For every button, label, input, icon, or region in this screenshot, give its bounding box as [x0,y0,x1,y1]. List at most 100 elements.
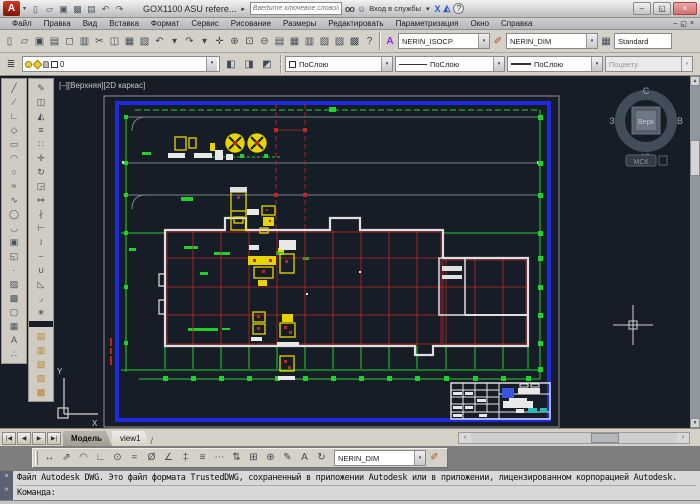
text-style-icon[interactable]: A [382,33,398,50]
chevron-down-icon[interactable]: ▾ [206,57,217,71]
dim-arclength-icon[interactable]: ◠ [75,450,92,466]
revcloud-icon[interactable]: ≈ [3,179,25,193]
paste-icon[interactable]: ▦ [122,33,137,50]
tab-model[interactable]: Модель [63,431,112,446]
save-icon[interactable]: ▣ [32,33,47,50]
help-icon[interactable]: ? [453,3,464,14]
point-icon[interactable]: · [3,263,25,277]
dim-linear-icon[interactable]: ↔ [41,450,58,466]
join-icon[interactable]: ∪ [30,263,52,277]
polyline-icon[interactable]: ∟ [3,109,25,123]
exchange-icon[interactable]: X [435,4,441,14]
dim-diameter-icon[interactable]: Ø [143,450,160,466]
menu-item[interactable]: Файл [6,18,38,30]
horizontal-scrollbar[interactable]: ‹ › [458,432,690,444]
trim-icon[interactable]: ∤ [30,207,52,221]
cut-icon[interactable]: ✂ [92,33,107,50]
toolbar-grip[interactable] [35,451,38,465]
publish-icon[interactable]: ▥ [77,33,92,50]
center-mark-icon[interactable]: ⊕ [262,450,279,466]
dim-style-combo-bottom[interactable]: NERIN_DIM ▾ [334,450,426,466]
ellipse-arc-icon[interactable]: ◡ [3,221,25,235]
linetype-combo[interactable]: ПоСлою ▾ [395,56,505,72]
draworder-above-icon[interactable]: ▧ [30,357,52,371]
layer-lock-icon[interactable] [43,61,49,68]
dim-update-icon[interactable]: ↻ [313,450,330,466]
layer-manager-icon[interactable]: ≣ [2,56,20,73]
menu-item[interactable]: Редактировать [322,18,389,30]
menu-item[interactable]: Правка [38,18,77,30]
restore-button[interactable]: ◱ [653,2,671,15]
dim-continue-icon[interactable]: ⋯ [211,450,228,466]
arc-icon[interactable]: ◠ [3,151,25,165]
menu-item[interactable]: Рисование [225,18,277,30]
new-file-icon[interactable]: ▯ [29,2,42,16]
dim-jogged-icon[interactable]: ≈ [126,450,143,466]
plot-preview-icon[interactable]: ◻ [62,33,77,50]
menu-item[interactable]: Окно [464,18,495,30]
dim-radius-icon[interactable]: ⊙ [109,450,126,466]
tab-last-button[interactable]: ▶| [47,432,61,445]
circle-icon[interactable]: ○ [3,165,25,179]
break-icon[interactable]: ⌣ [30,249,52,263]
scale-icon[interactable]: ◲ [30,179,52,193]
save-as-icon[interactable]: ▩ [71,2,84,16]
minimize-button[interactable]: – [633,2,651,15]
properties-icon[interactable]: ▤ [272,33,287,50]
doc-close-button[interactable]: × [690,20,694,28]
spline-icon[interactable]: ∿ [3,193,25,207]
chevron-down-icon[interactable]: ▾ [586,34,597,48]
dim-style-icon[interactable]: ✐ [490,33,506,50]
tab-first-button[interactable]: |◀ [2,432,16,445]
zoom-window-icon[interactable]: ⊡ [242,33,257,50]
tolerance-icon[interactable]: ⊞ [245,450,262,466]
construction-line-icon[interactable]: ∕ [3,95,25,109]
draworder-annotation-icon[interactable]: ▩ [30,385,52,399]
break-point-icon[interactable]: ≀ [30,235,52,249]
menu-item[interactable]: Формат [145,18,185,30]
help-icon[interactable]: ? [362,33,377,50]
viewport-label[interactable]: [–][Верхняя][2D каркас] [59,81,145,90]
ellipse-icon[interactable]: ◯ [3,207,25,221]
tab-prev-button[interactable]: ◀ [17,432,31,445]
color-combo[interactable]: ПоСлою ▾ [285,56,393,72]
chamfer-icon[interactable]: ◺ [30,277,52,291]
chevron-down-icon[interactable]: ▾ [591,57,602,71]
text-style-combo[interactable]: NERIN_ISOCP ▾ [398,33,490,49]
layer-previous-icon[interactable]: ◩ [258,56,276,73]
user-icon[interactable]: ☺ [357,4,366,14]
stretch-icon[interactable]: ↦ [30,193,52,207]
rectangle-icon[interactable]: ▭ [3,137,25,151]
layer-combo[interactable]: 0 ▾ [22,56,220,72]
chevron-down-icon[interactable]: ▾ [414,451,425,465]
menu-item[interactable]: Справка [495,18,538,30]
plot-icon[interactable]: ▤ [47,33,62,50]
horizontal-scroll-thumb[interactable] [591,433,619,443]
gradient-icon[interactable]: ▩ [3,291,25,305]
redo-qa-icon[interactable]: ↷ [113,2,126,16]
zoom-realtime-icon[interactable]: ⊕ [227,33,242,50]
search-input[interactable] [250,2,342,15]
dim-text-edit-icon[interactable]: A [296,450,313,466]
dim-aligned-icon[interactable]: ⇗ [58,450,75,466]
scroll-up-icon[interactable]: ▲ [690,76,700,86]
extend-icon[interactable]: ⊢ [30,221,52,235]
explode-icon[interactable]: ∗ [30,305,52,319]
draworder-front-icon[interactable]: ▤ [30,329,52,343]
open-file-icon[interactable]: ▱ [43,2,56,16]
layer-on-icon[interactable] [25,61,32,68]
command-text-area[interactable]: Файл Autodesk DWG. Это файл формата Trus… [13,471,700,500]
plot-icon[interactable]: ▤ [85,2,98,16]
insert-block-icon[interactable]: ▣ [3,235,25,249]
dim-style-combo[interactable]: NERIN_DIM ▾ [506,33,598,49]
draworder-back-icon[interactable]: ▥ [30,343,52,357]
doc-restore-button[interactable]: ◱ [680,20,687,28]
match-properties-icon[interactable]: ▧ [137,33,152,50]
layer-thaw-icon[interactable] [33,59,43,69]
tool-palettes-icon[interactable]: ▥ [302,33,317,50]
copy-icon[interactable]: ◫ [107,33,122,50]
close-button[interactable]: × [673,2,697,15]
polygon-icon[interactable]: ◇ [3,123,25,137]
undo-qa-icon[interactable]: ↶ [99,2,112,16]
sheet-set-icon[interactable]: ▧ [317,33,332,50]
